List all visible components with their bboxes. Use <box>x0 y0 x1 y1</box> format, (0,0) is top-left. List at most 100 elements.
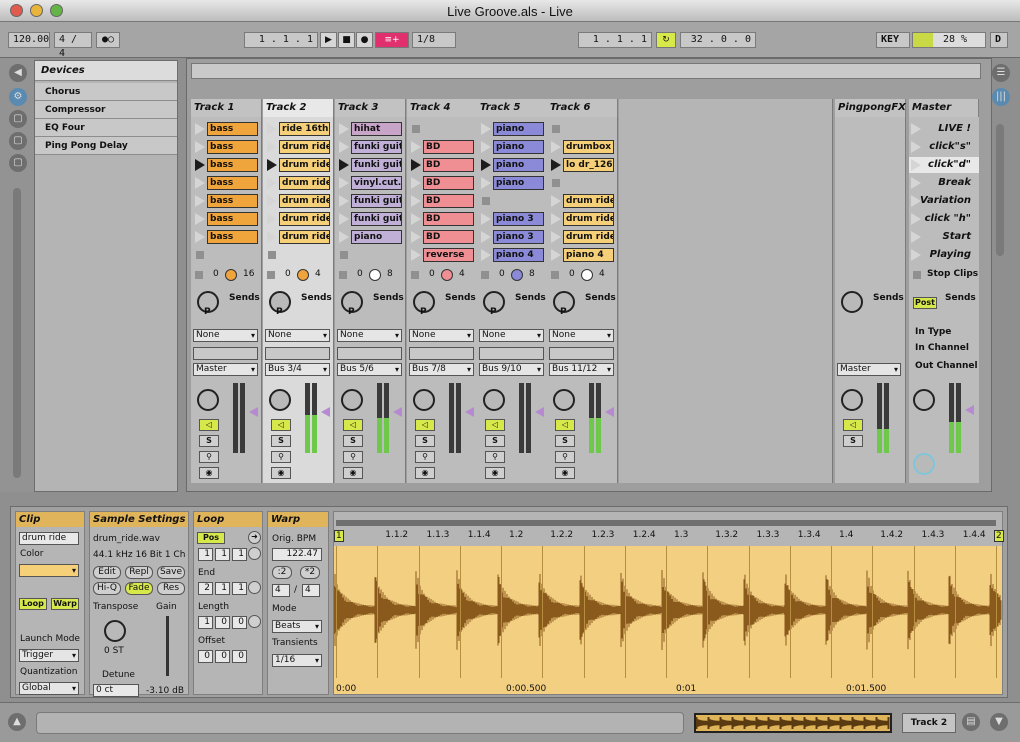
clip-launch-icon[interactable] <box>481 159 491 171</box>
set-start-icon[interactable] <box>248 547 261 560</box>
clip-slot[interactable]: drum ride <box>549 229 616 245</box>
clip-stop-icon[interactable] <box>482 197 490 205</box>
clip-slot[interactable]: bass <box>193 229 260 245</box>
ram-button[interactable]: Res <box>157 582 185 595</box>
clip-launch-icon[interactable] <box>267 159 277 171</box>
clip[interactable]: piano <box>493 122 544 136</box>
clip-slot[interactable]: bass <box>193 211 260 227</box>
track-header[interactable]: Track 4 <box>407 99 478 117</box>
track-stop-icon[interactable] <box>411 271 419 279</box>
loop-start-field[interactable]: 1 <box>215 548 230 561</box>
clip-stop-icon[interactable] <box>552 179 560 187</box>
transients-select[interactable]: 1/16 <box>272 654 322 667</box>
scene-name[interactable]: LIVE ! <box>911 121 977 137</box>
input-channel-field[interactable] <box>265 347 330 360</box>
scene-slot[interactable]: click"s" <box>909 139 979 155</box>
loop-start-field[interactable]: 1 <box>198 548 213 561</box>
track-stop-icon[interactable] <box>267 271 275 279</box>
clip[interactable]: BD <box>423 140 474 154</box>
clip-launch-icon[interactable] <box>411 249 421 261</box>
folder-2-icon[interactable]: ▢ <box>9 132 27 150</box>
hiq-button[interactable]: Hi-Q <box>93 582 121 595</box>
monitor-button[interactable]: ◉ <box>343 467 363 479</box>
pan-knob[interactable] <box>413 389 435 411</box>
clip-launch-icon[interactable] <box>411 141 421 153</box>
clip-color-chooser[interactable] <box>19 564 79 577</box>
browser-item[interactable]: Compressor <box>35 101 177 119</box>
browser-item[interactable]: Chorus <box>35 83 177 101</box>
return-solo[interactable]: S <box>843 435 863 447</box>
clip-launch-icon[interactable] <box>339 177 349 189</box>
record-icon[interactable]: ● <box>356 32 373 48</box>
replace-button[interactable]: Repl <box>125 566 153 579</box>
folder-1-icon[interactable]: ▢ <box>9 110 27 128</box>
set-end-icon[interactable] <box>248 581 261 594</box>
clip[interactable]: piano <box>493 176 544 190</box>
clip-launch-icon[interactable] <box>267 195 277 207</box>
edit-button[interactable]: Edit <box>93 566 121 579</box>
loop-switch-icon[interactable]: ↻ <box>656 32 676 48</box>
clip[interactable]: drum ride <box>279 176 330 190</box>
input-channel-field[interactable] <box>479 347 544 360</box>
clip[interactable]: drum ride <box>563 230 614 244</box>
master-header[interactable]: Master <box>909 99 979 117</box>
input-type-select[interactable]: None <box>409 329 474 342</box>
output-select[interactable]: Bus 11/12 <box>549 363 614 376</box>
clip-slot[interactable]: drum ride <box>265 229 332 245</box>
track-stop-icon[interactable] <box>551 271 559 279</box>
arm-button[interactable]: ⚲ <box>415 451 435 463</box>
clip-launch-icon[interactable] <box>551 231 561 243</box>
tempo-field[interactable]: 120.00 <box>8 32 50 48</box>
clip[interactable]: funki guita <box>351 194 402 208</box>
clip-slot[interactable]: piano 4 <box>549 247 616 263</box>
post-button[interactable]: Post <box>913 297 937 309</box>
pan-knob[interactable] <box>553 389 575 411</box>
clip-slot[interactable] <box>265 247 332 263</box>
clip-slot[interactable]: funki guita <box>337 211 404 227</box>
input-type-select[interactable]: None <box>193 329 258 342</box>
clip-slot[interactable]: piano <box>337 229 404 245</box>
clip-launch-icon[interactable] <box>339 231 349 243</box>
loop-start-field[interactable]: 1 <box>232 548 247 561</box>
solo-button[interactable]: S <box>343 435 363 447</box>
clip-slot[interactable]: piano <box>479 121 546 137</box>
clip-launch-icon[interactable] <box>267 123 277 135</box>
loop-length-field[interactable]: 32 . 0 . 0 <box>680 32 756 48</box>
clip[interactable]: piano <box>351 230 402 244</box>
input-channel-field[interactable] <box>193 347 258 360</box>
input-type-select[interactable]: None <box>337 329 402 342</box>
return-pan-knob[interactable] <box>841 389 863 411</box>
scene-slot[interactable]: click "h" <box>909 211 979 227</box>
set-start-icon[interactable]: ➜ <box>248 531 261 544</box>
solo-button[interactable]: S <box>485 435 505 447</box>
clip-slot[interactable]: drumbox a <box>549 139 616 155</box>
device-browser-icon[interactable]: ⚙ <box>9 88 27 106</box>
browser-item[interactable]: EQ Four <box>35 119 177 137</box>
loop-end-field[interactable]: 1 <box>215 582 230 595</box>
clip[interactable]: BD <box>423 212 474 226</box>
clip-slot[interactable]: funki guita <box>337 157 404 173</box>
clip-slot[interactable]: bass <box>193 157 260 173</box>
clip[interactable]: drumbox a <box>563 140 614 154</box>
detune-field[interactable]: 0 ct <box>93 684 139 697</box>
arm-button[interactable]: ⚲ <box>199 451 219 463</box>
clip-stop-icon[interactable] <box>340 251 348 259</box>
clip[interactable]: lo dr_126 <box>563 158 614 172</box>
monitor-button[interactable]: ◉ <box>199 467 219 479</box>
scene-name[interactable]: click"s" <box>911 139 977 155</box>
solo-button[interactable]: S <box>555 435 575 447</box>
clip-launch-icon[interactable] <box>551 141 561 153</box>
clip[interactable]: drum ride <box>279 212 330 226</box>
pan-knob[interactable] <box>483 389 505 411</box>
clip-slot[interactable]: drum ride <box>265 193 332 209</box>
clip-slot[interactable]: piano 4 <box>479 247 546 263</box>
input-channel-field[interactable] <box>409 347 474 360</box>
input-type-select[interactable]: None <box>479 329 544 342</box>
activator-button[interactable]: ◁ <box>555 419 575 431</box>
clip-launch-icon[interactable] <box>551 195 561 207</box>
scene-slot[interactable]: LIVE ! <box>909 121 979 137</box>
clip-launch-icon[interactable] <box>551 213 561 225</box>
loop-offset-field[interactable]: 0 <box>198 650 213 663</box>
clip-slot[interactable]: piano 3 <box>479 211 546 227</box>
volume-slider-arrow[interactable] <box>321 407 330 417</box>
